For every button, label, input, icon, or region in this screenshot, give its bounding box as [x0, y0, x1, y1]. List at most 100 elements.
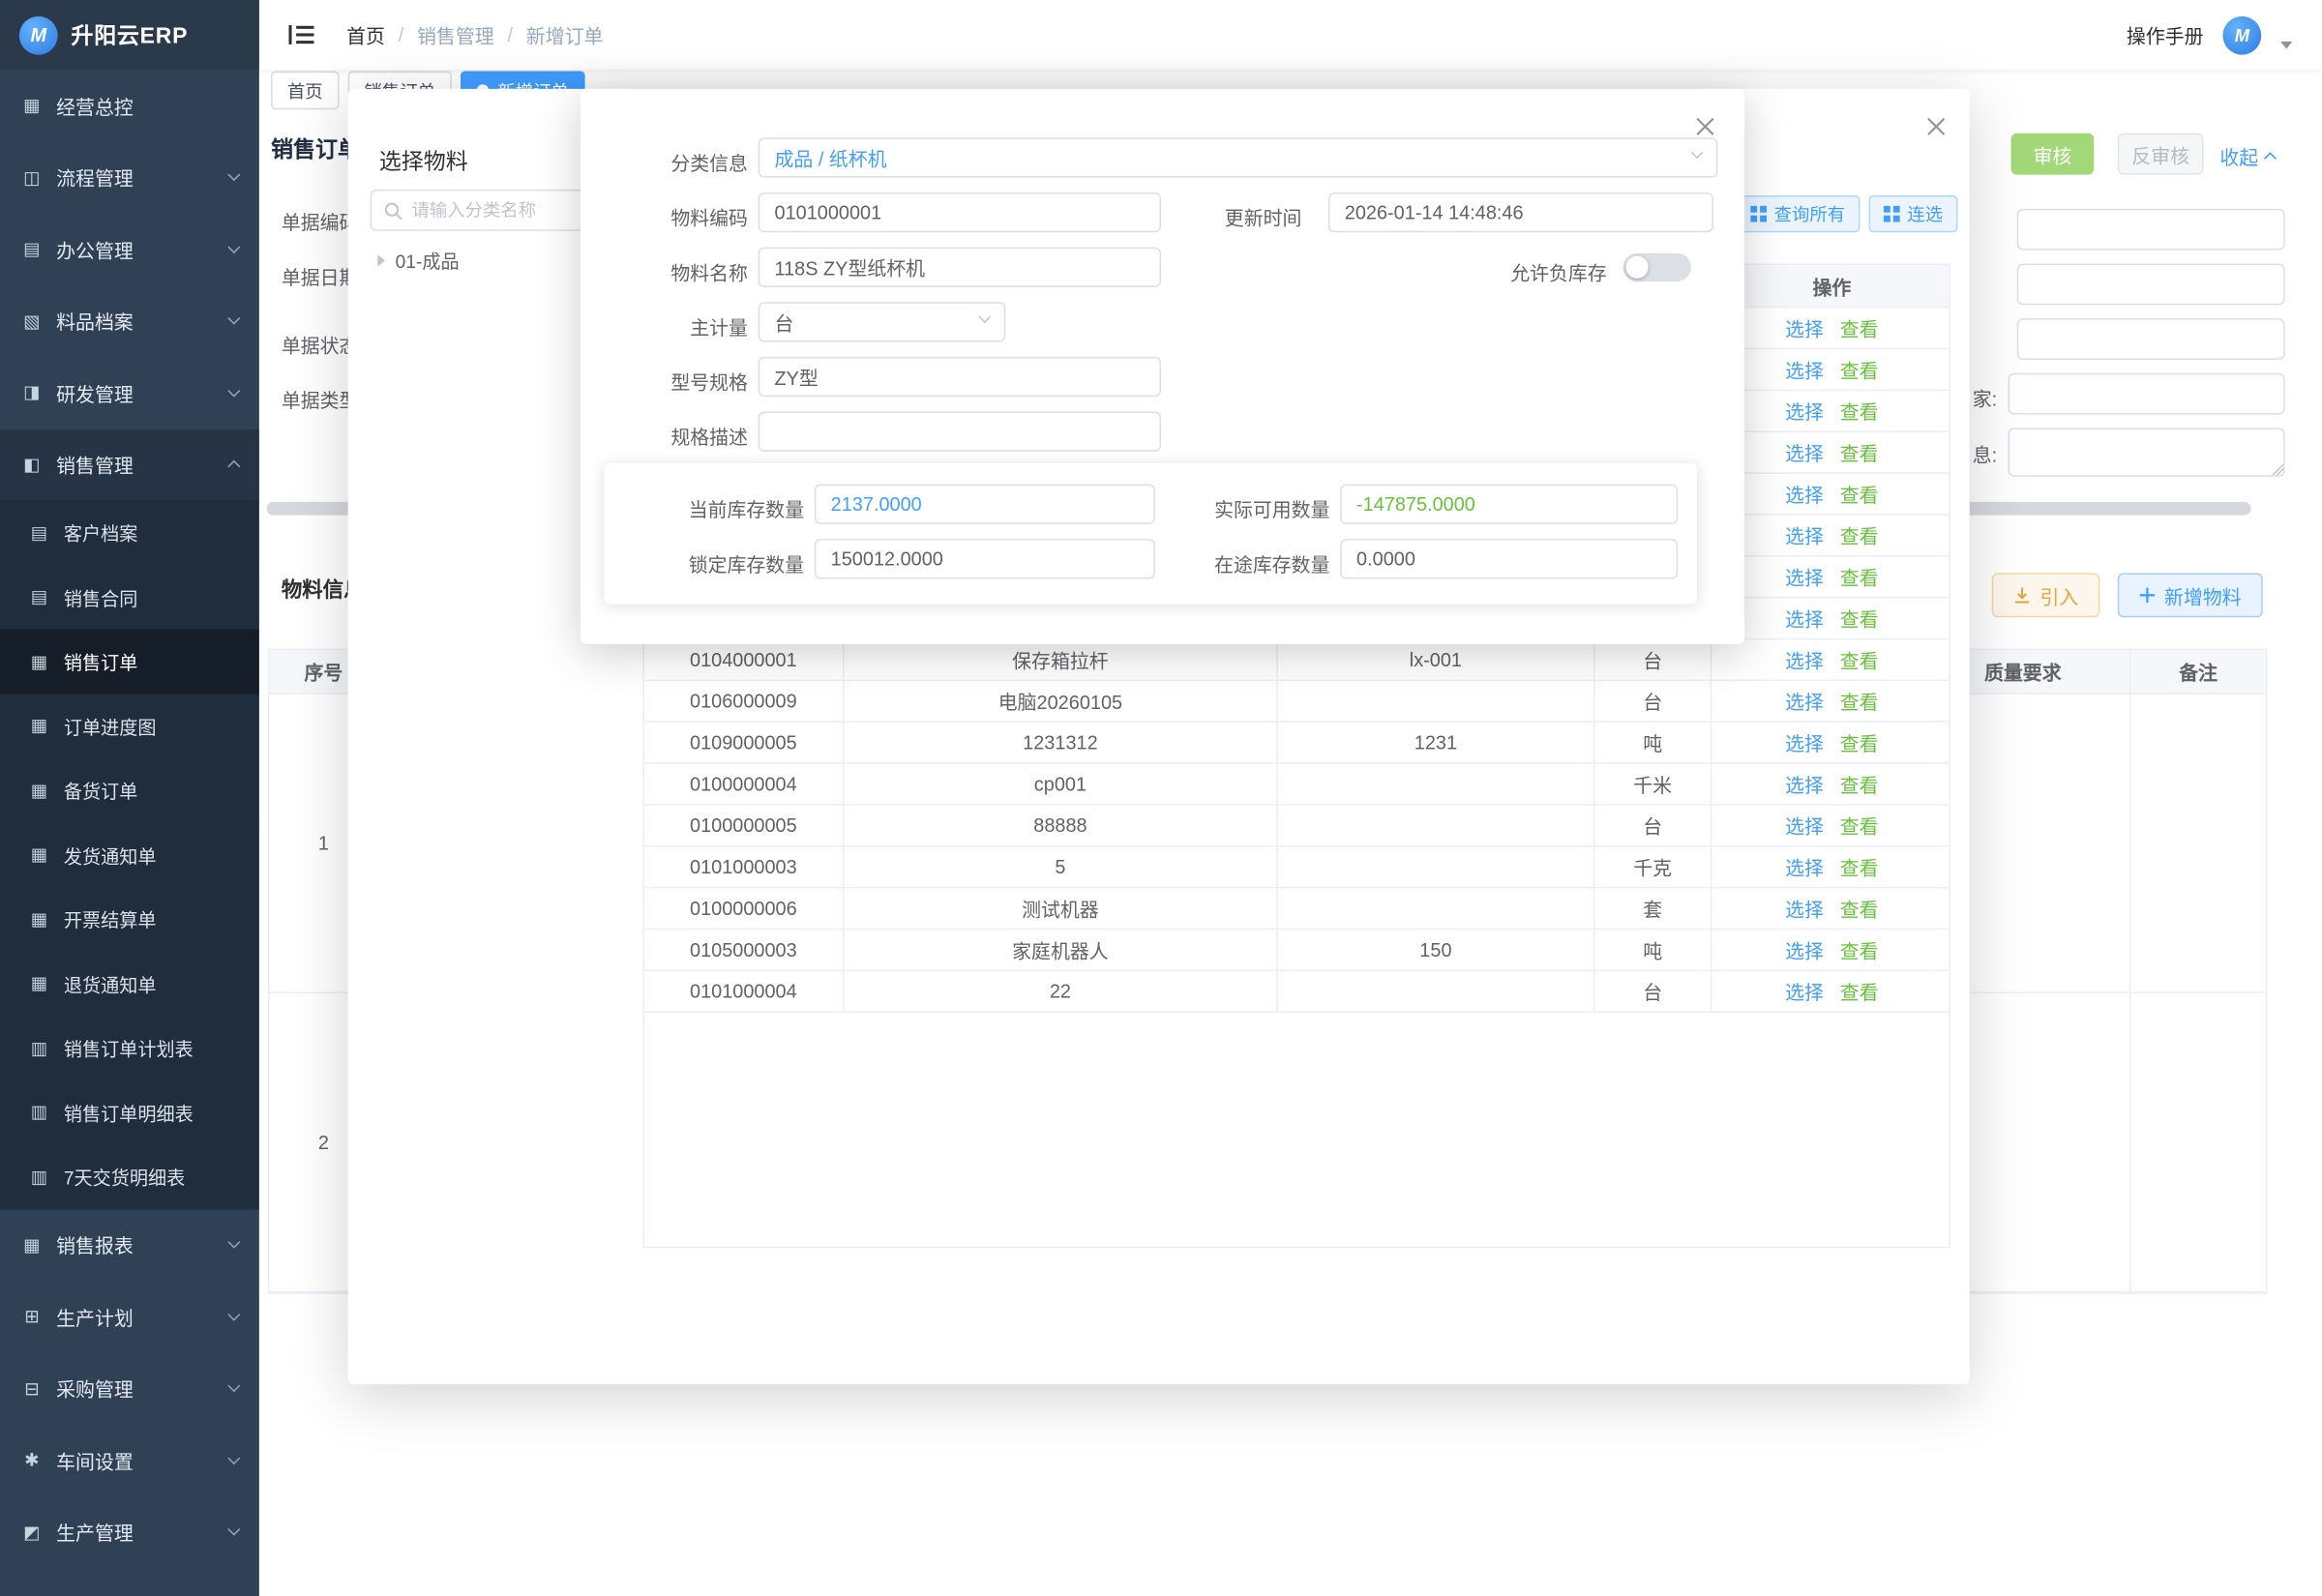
manual-link[interactable]: 操作手册 [2127, 20, 2204, 48]
document-icon: ▤ [28, 587, 50, 607]
sidebar-item-material-archives[interactable]: ▧ 料品档案 [0, 285, 259, 357]
current-stock-input[interactable] [815, 485, 1155, 524]
view-link[interactable]: 查看 [1840, 770, 1879, 798]
sidebar-item-shipping-notice[interactable]: ▦ 发货通知单 [0, 822, 259, 887]
category-select[interactable]: 成品 / 纸杯机 [759, 137, 1718, 177]
select-link[interactable]: 选择 [1785, 812, 1824, 840]
user-menu-caret-icon[interactable] [2280, 42, 2292, 49]
view-link[interactable]: 查看 [1840, 812, 1879, 840]
modal-close-button[interactable] [1922, 112, 1950, 139]
view-link[interactable]: 查看 [1840, 397, 1879, 425]
view-link[interactable]: 查看 [1840, 480, 1879, 508]
view-link[interactable]: 查看 [1840, 645, 1879, 673]
view-link[interactable]: 查看 [1840, 355, 1879, 383]
sidebar-item-stock-prep-order[interactable]: ▦ 备货订单 [0, 758, 259, 823]
select-link[interactable]: 选择 [1785, 894, 1824, 922]
view-link[interactable]: 查看 [1840, 935, 1879, 963]
sidebar-item-7day-delivery-detail[interactable]: ▥ 7天交货明细表 [0, 1144, 259, 1209]
partner-field-input[interactable] [2009, 373, 2285, 415]
view-link[interactable]: 查看 [1840, 563, 1879, 591]
unit-cell: 台 [1594, 681, 1712, 721]
multi-select-label: 连选 [1907, 201, 1943, 226]
category-tree-node[interactable]: 01-成品 [377, 246, 459, 274]
select-link[interactable]: 选择 [1785, 770, 1824, 798]
sidebar-item-order-progress[interactable]: ▦ 订单进度图 [0, 694, 259, 758]
select-link[interactable]: 选择 [1785, 521, 1824, 549]
view-link[interactable]: 查看 [1840, 894, 1879, 922]
select-link[interactable]: 选择 [1785, 853, 1824, 881]
spec-desc-input[interactable] [759, 412, 1161, 452]
sidebar-item-sales-order-plan[interactable]: ▥ 销售订单计划表 [0, 1016, 259, 1080]
updated-time-input[interactable] [1328, 192, 1713, 232]
sidebar-item-invoice-settlement[interactable]: ▦ 开票结算单 [0, 887, 259, 952]
order-field-input-3[interactable] [2017, 318, 2285, 360]
sidebar-item-office-mgmt[interactable]: ▤ 办公管理 [0, 213, 259, 284]
tab-home[interactable]: 首页 [271, 71, 339, 109]
model-spec-input[interactable] [759, 357, 1161, 397]
select-link[interactable]: 选择 [1785, 438, 1824, 466]
select-link[interactable]: 选择 [1785, 728, 1824, 756]
view-link[interactable]: 查看 [1840, 521, 1879, 549]
info-textarea[interactable] [2009, 428, 2285, 477]
select-link[interactable]: 选择 [1785, 355, 1824, 383]
view-link[interactable]: 查看 [1840, 313, 1879, 341]
grid-icon [1884, 206, 1900, 222]
select-link[interactable]: 选择 [1785, 977, 1824, 1005]
import-button[interactable]: 引入 [1992, 573, 2100, 617]
order-field-input-2[interactable] [2017, 263, 2285, 305]
sidebar-item-workshop-settings[interactable]: ✱ 车间设置 [0, 1424, 259, 1495]
order-field-input-1[interactable] [2017, 209, 2285, 251]
allow-negative-toggle[interactable] [1623, 253, 1691, 281]
query-all-button[interactable]: 查询所有 [1736, 195, 1861, 232]
material-name-input[interactable] [759, 248, 1161, 287]
main-unit-select[interactable]: 台 [759, 302, 1006, 341]
view-link[interactable]: 查看 [1840, 977, 1879, 1005]
code-cell: 0101000004 [644, 971, 845, 1011]
select-link[interactable]: 选择 [1785, 480, 1824, 508]
breadcrumb-sales-mgmt[interactable]: 销售管理 [417, 20, 494, 48]
sidebar-item-purchase-mgmt[interactable]: ⊟ 采购管理 [0, 1352, 259, 1424]
sidebar-item-sales-report[interactable]: ▦ 销售报表 [0, 1209, 259, 1281]
add-material-button[interactable]: 新增物料 [2118, 573, 2263, 617]
sidebar-item-production-mgmt[interactable]: ◩ 生产管理 [0, 1496, 259, 1568]
material-code-input[interactable] [759, 192, 1161, 232]
view-link[interactable]: 查看 [1840, 438, 1879, 466]
sidebar-item-rd-mgmt[interactable]: ◨ 研发管理 [0, 357, 259, 429]
transit-stock-input[interactable] [1340, 539, 1678, 578]
select-link[interactable]: 选择 [1785, 687, 1824, 715]
unaudit-button[interactable]: 反审核 [2118, 133, 2204, 175]
material-row: 0100000004 cp001 千米 选择查看 [644, 764, 1949, 806]
select-link[interactable]: 选择 [1785, 604, 1824, 632]
select-link[interactable]: 选择 [1785, 935, 1824, 963]
available-stock-input[interactable] [1340, 485, 1678, 524]
collapse-sidebar-button[interactable] [288, 23, 313, 45]
textarea-resize-handle[interactable] [2270, 462, 2283, 476]
sidebar-item-sales-order[interactable]: ▦ 销售订单 [0, 630, 259, 695]
sidebar-item-sales-mgmt[interactable]: ◧ 销售管理 [0, 429, 259, 500]
view-link[interactable]: 查看 [1840, 728, 1879, 756]
name-cell: 5 [844, 847, 1277, 887]
view-link[interactable]: 查看 [1840, 604, 1879, 632]
select-link[interactable]: 选择 [1785, 645, 1824, 673]
multi-select-button[interactable]: 连选 [1869, 195, 1958, 232]
breadcrumb-home[interactable]: 首页 [346, 20, 385, 48]
sidebar-item-process-mgmt[interactable]: ◫ 流程管理 [0, 141, 259, 213]
view-link[interactable]: 查看 [1840, 853, 1879, 881]
detail-close-button[interactable] [1691, 112, 1718, 139]
sidebar-item-sales-contract[interactable]: ▤ 销售合同 [0, 565, 259, 630]
sidebar-item-production-plan[interactable]: ⊞ 生产计划 [0, 1281, 259, 1352]
sidebar-item-customer-archives[interactable]: ▤ 客户档案 [0, 500, 259, 565]
avatar[interactable]: M [2222, 15, 2261, 54]
select-link[interactable]: 选择 [1785, 397, 1824, 425]
sidebar-item-return-notice[interactable]: ▦ 退货通知单 [0, 951, 259, 1016]
view-link[interactable]: 查看 [1840, 687, 1879, 715]
sidebar-item-business-overview[interactable]: ▦ 经营总控 [0, 70, 259, 141]
sidebar-item-sales-order-detail[interactable]: ▥ 销售订单明细表 [0, 1080, 259, 1145]
chevron-down-icon [227, 169, 240, 182]
collapse-panel-link[interactable]: 收起 [2219, 142, 2275, 170]
sidebar-item-clipped[interactable]: ⊡ [0, 1568, 259, 1596]
select-link[interactable]: 选择 [1785, 563, 1824, 591]
select-link[interactable]: 选择 [1785, 313, 1824, 341]
locked-stock-input[interactable] [815, 539, 1155, 578]
audit-button[interactable]: 审核 [2011, 133, 2095, 175]
